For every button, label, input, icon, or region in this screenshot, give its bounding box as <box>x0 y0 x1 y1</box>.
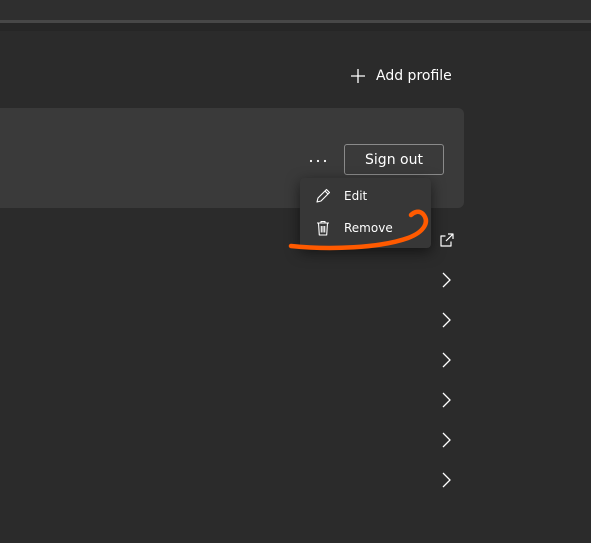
chevron-right-icon[interactable] <box>440 271 454 293</box>
chevron-right-icon[interactable] <box>440 311 454 333</box>
add-profile-button[interactable]: Add profile <box>350 64 452 88</box>
external-link-icon[interactable] <box>439 232 455 252</box>
pencil-icon <box>314 187 332 208</box>
chevron-right-icon[interactable] <box>440 391 454 413</box>
chevron-right-icon[interactable] <box>440 471 454 493</box>
chevron-right-icon[interactable] <box>440 431 454 453</box>
annotation-underline <box>288 209 429 251</box>
more-options-icon <box>309 148 327 167</box>
menu-item-remove-label: Remove <box>344 221 393 235</box>
plus-icon <box>350 68 366 84</box>
menu-item-edit-label: Edit <box>344 189 368 203</box>
menu-item-remove[interactable]: Remove <box>300 213 431 243</box>
trash-icon <box>314 219 332 240</box>
add-profile-label: Add profile <box>376 68 452 84</box>
top-shade <box>0 23 591 31</box>
top-bar <box>0 0 591 20</box>
sign-out-button[interactable]: Sign out <box>344 144 444 175</box>
more-options-button[interactable] <box>303 147 333 167</box>
chevron-right-icon[interactable] <box>440 351 454 373</box>
profile-context-menu: Edit Remove <box>300 178 431 248</box>
menu-item-edit[interactable]: Edit <box>300 181 431 211</box>
